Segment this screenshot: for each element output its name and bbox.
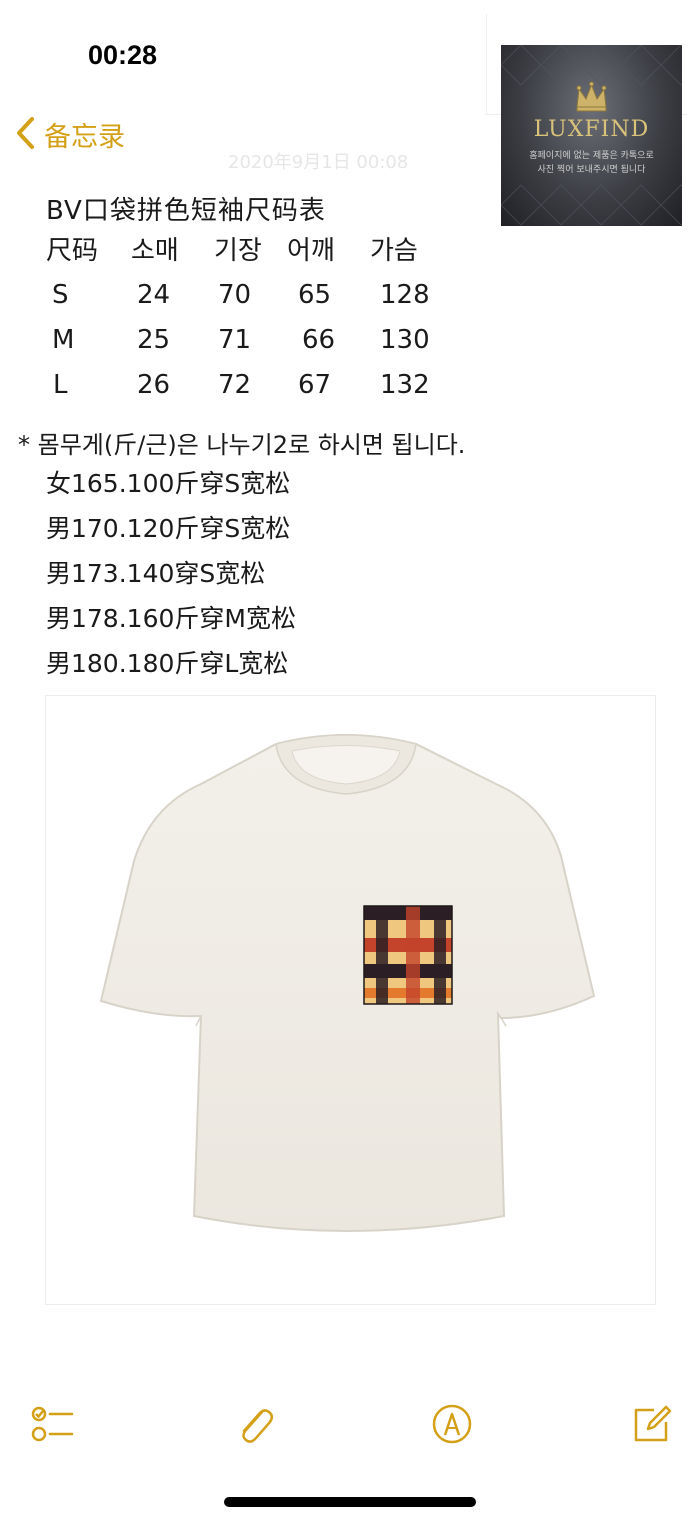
checklist-icon[interactable] [30, 1402, 74, 1446]
note-date: 2020年9月1日 00:08 [228, 152, 409, 173]
table-row: L 26 72 67 132 [0, 370, 480, 410]
header-chest: 가슴 [370, 236, 418, 266]
table-header-row: 尺码 소매 기장 어깨 가슴 [0, 230, 480, 270]
logo-brand: LUXFIND [533, 117, 650, 142]
chevron-left-icon [14, 116, 36, 154]
cell-chest: 132 [380, 370, 430, 400]
cell-length: 71 [218, 325, 252, 355]
cell-size: M [52, 325, 75, 355]
status-time: 00:28 [88, 40, 158, 70]
table-row: S 24 70 65 128 [0, 280, 480, 320]
recommendation-line: 女165.100斤穿S宽松 [46, 469, 291, 498]
header-sleeve: 소매 [131, 236, 179, 266]
back-label: 备忘录 [44, 122, 125, 153]
back-button[interactable]: 备忘录 [14, 115, 125, 154]
cell-shoulder: 66 [302, 325, 336, 355]
cell-chest: 128 [380, 280, 430, 310]
compose-icon[interactable] [630, 1402, 674, 1446]
cell-size: S [52, 280, 69, 310]
cell-shoulder: 67 [298, 370, 332, 400]
cell-size: L [53, 370, 68, 400]
cell-length: 72 [218, 370, 252, 400]
product-photo[interactable] [45, 695, 656, 1305]
logo-tagline-2: 사진 찍어 보내주시면 됩니다 [537, 165, 646, 175]
header-size: 尺码 [46, 236, 99, 266]
paperclip-icon[interactable] [232, 1402, 276, 1446]
cell-length: 70 [218, 280, 252, 310]
recommendation-line: 男170.120斤穿S宽松 [46, 514, 291, 543]
table-row: M 25 71 66 130 [0, 325, 480, 365]
recommendation-line: 男178.160斤穿M宽松 [46, 604, 296, 633]
home-indicator[interactable] [224, 1497, 476, 1507]
luxfind-logo: LUXFIND 홈페이지에 없는 제품은 카톡으로 사진 찍어 보내주시면 됩니… [501, 45, 682, 226]
cell-shoulder: 65 [298, 280, 332, 310]
weight-note: * 몸무게(斤/근)은 나누기2로 하시면 됩니다. [18, 431, 466, 459]
markup-pen-icon[interactable] [430, 1402, 474, 1446]
recommendation-line: 男180.180斤穿L宽松 [46, 649, 289, 678]
recommendation-line: 男173.140穿S宽松 [46, 559, 266, 588]
header-shoulder: 어깨 [287, 236, 335, 266]
cell-sleeve: 26 [137, 370, 171, 400]
tshirt-image [99, 734, 596, 1232]
header-length: 기장 [214, 236, 262, 266]
crown-icon [576, 81, 607, 112]
cell-sleeve: 24 [137, 280, 171, 310]
plaid-pocket [363, 905, 453, 1005]
cell-sleeve: 25 [137, 325, 171, 355]
note-title[interactable]: BV口袋拼色短袖尺码表 [46, 190, 326, 227]
cell-chest: 130 [380, 325, 430, 355]
logo-tagline-1: 홈페이지에 없는 제품은 카톡으로 [529, 151, 654, 161]
